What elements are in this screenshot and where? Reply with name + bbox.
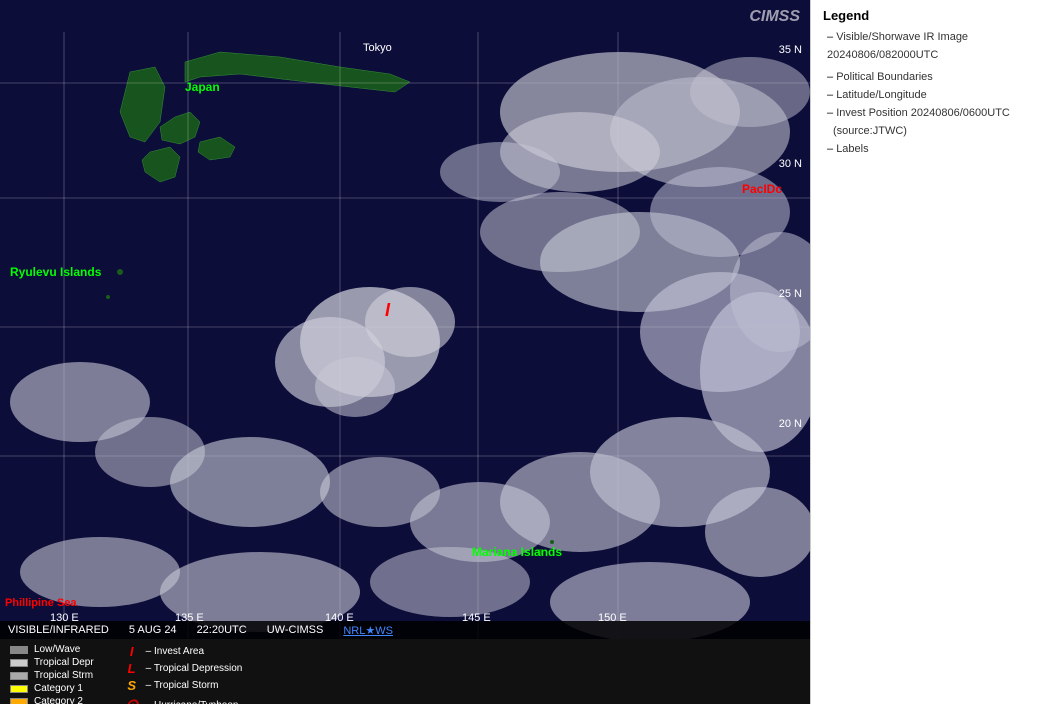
- ts-symbol: S: [124, 678, 140, 693]
- cat2-label: Category 2: [34, 696, 83, 704]
- legend-political: Political Boundaries: [823, 71, 1042, 83]
- invest-symbol-label: – Invest Area: [146, 646, 204, 657]
- low-wave-color: [10, 646, 28, 654]
- legend-cat2: Category 2: [10, 696, 94, 704]
- invest-marker: I: [385, 300, 390, 321]
- legend-hurricane: ⊙ – Hurricane/Typhoon: [124, 695, 243, 704]
- legend-low-wave: Low/Wave: [10, 644, 94, 655]
- tropical-depr-color: [10, 659, 28, 667]
- status-bar: VISIBLE/INFRARED 5 AUG 24 22:20UTC UW-CI…: [0, 621, 810, 639]
- bottom-legend-bar: Low/Wave Tropical Depr Tropical Strm Cat…: [0, 639, 810, 704]
- legend-ts: S – Tropical Storm: [124, 678, 243, 693]
- image-type-label: VISIBLE/INFRARED: [8, 624, 109, 636]
- legend-td: L – Tropical Depression: [124, 661, 243, 676]
- cat2-color: [10, 698, 28, 704]
- cat1-color: [10, 685, 28, 693]
- legend-timestamp: 20240806/082000UTC: [827, 49, 1042, 61]
- lat-label-20n: 20 N: [779, 418, 802, 430]
- legend-cat1: Category 1: [10, 683, 94, 694]
- cat1-label: Category 1: [34, 683, 83, 694]
- lat-label-25n: 25 N: [779, 288, 802, 300]
- tropical-strm-color: [10, 672, 28, 680]
- td-symbol: L: [124, 661, 140, 676]
- td-symbol-label: – Tropical Depression: [146, 663, 243, 674]
- main-container: CIMSS 35 N 30 N 25 N 20 N 130 E 135 E 14…: [0, 0, 1054, 704]
- lat-label-30n: 30 N: [779, 158, 802, 170]
- intensity-scale: Low/Wave Tropical Depr Tropical Strm Cat…: [10, 644, 94, 704]
- cimss-logo: CIMSS: [749, 8, 800, 26]
- nrl-link[interactable]: NRL★WS: [343, 624, 393, 637]
- map-section: CIMSS 35 N 30 N 25 N 20 N 130 E 135 E 14…: [0, 0, 810, 704]
- invest-symbol: I: [124, 644, 140, 659]
- time-label: 22:20UTC: [197, 624, 247, 636]
- tokyo-label: Tokyo: [363, 42, 392, 54]
- mariana-label: Mariana Islands: [472, 545, 562, 559]
- symbol-scale: I – Invest Area L – Tropical Depression …: [124, 644, 243, 704]
- source-label: UW-CIMSS: [267, 624, 324, 636]
- hurricane-symbol-label: – Hurricane/Typhoon: [146, 700, 239, 704]
- legend-tropical-strm: Tropical Strm: [10, 670, 94, 681]
- ts-symbol-label: – Tropical Storm: [146, 680, 219, 691]
- legend-image-type: Visible/Shorwave IR Image: [823, 31, 1042, 43]
- map-background: [0, 0, 810, 704]
- date-label: 5 AUG 24: [129, 624, 177, 636]
- legend-invest-pos: Invest Position 20240806/0600UTC: [823, 107, 1042, 119]
- pacific-label: PacIDc: [742, 182, 782, 196]
- low-wave-label: Low/Wave: [34, 644, 80, 655]
- hurricane-symbol: ⊙: [124, 695, 140, 704]
- legend-invest-source: (source:JTWC): [833, 125, 1042, 137]
- philippine-sea-label: Phillipine Sea: [5, 597, 77, 609]
- ryukyu-label: Ryulevu Islands: [10, 265, 101, 279]
- legend-labels: Labels: [823, 143, 1042, 155]
- legend-title: Legend: [823, 8, 1042, 23]
- legend-tropical-depr: Tropical Depr: [10, 657, 94, 668]
- lat-label-35n: 35 N: [779, 44, 802, 56]
- tropical-depr-label: Tropical Depr: [34, 657, 94, 668]
- legend-panel: Legend Visible/Shorwave IR Image 2024080…: [810, 0, 1054, 704]
- legend-invest: I – Invest Area: [124, 644, 243, 659]
- legend-lat-lon: Latitude/Longitude: [823, 89, 1042, 101]
- tropical-strm-label: Tropical Strm: [34, 670, 93, 681]
- japan-label: Japan: [185, 80, 220, 94]
